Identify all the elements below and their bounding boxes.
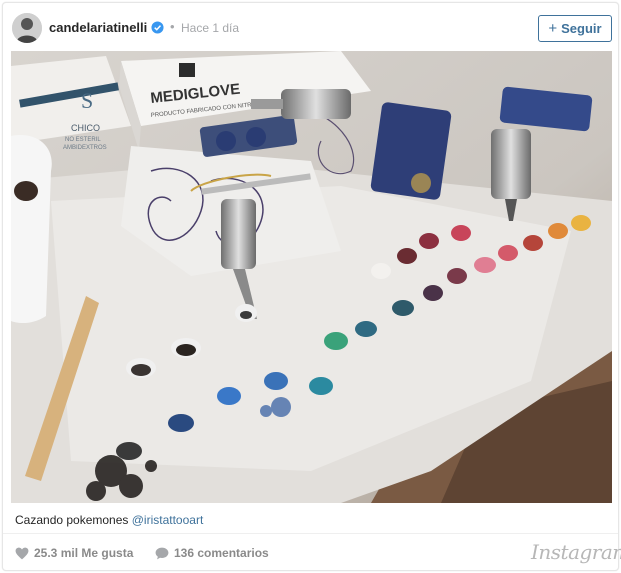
post-footer: 25.3 mil Me gusta 136 comentarios Instag… bbox=[3, 533, 621, 572]
separator-dot: • bbox=[170, 19, 175, 34]
tattoo-workstation-photo: S CHICO NO ESTERIL AMBIDEXTROS MEDIGLOVE… bbox=[11, 51, 612, 503]
box-text-1: CHICO bbox=[71, 123, 100, 133]
follow-label: Seguir bbox=[561, 21, 602, 36]
follow-button[interactable]: + Seguir bbox=[538, 15, 612, 42]
plus-icon: + bbox=[548, 20, 558, 37]
caption-mention-link[interactable]: @iristattooart bbox=[132, 513, 204, 527]
comments-stat[interactable]: 136 comentarios bbox=[155, 546, 269, 560]
post-caption: Cazando pokemones @iristattooart bbox=[15, 513, 203, 527]
box-text-3: AMBIDEXTROS bbox=[63, 145, 107, 151]
username-link[interactable]: candelariatinelli bbox=[49, 20, 147, 35]
avatar-image bbox=[12, 13, 42, 43]
verified-badge-icon bbox=[151, 21, 164, 34]
comment-bubble-icon bbox=[155, 547, 169, 559]
post-timestamp[interactable]: Hace 1 día bbox=[181, 21, 239, 35]
box-text-2: NO ESTERIL bbox=[65, 137, 101, 143]
likes-count: 25.3 mil Me gusta bbox=[34, 546, 134, 560]
box-letter: S bbox=[81, 88, 93, 113]
caption-text: Cazando pokemones bbox=[15, 513, 132, 527]
avatar[interactable] bbox=[12, 13, 42, 43]
likes-stat[interactable]: 25.3 mil Me gusta bbox=[15, 546, 133, 560]
comments-count: 136 comentarios bbox=[174, 546, 269, 560]
instagram-logo[interactable]: Instagram bbox=[531, 540, 621, 564]
instagram-post-card: candelariatinelli • Hace 1 día + Seguir bbox=[2, 2, 621, 572]
post-header: candelariatinelli • Hace 1 día + Seguir bbox=[3, 3, 618, 53]
heart-icon bbox=[15, 547, 29, 559]
post-photo[interactable]: S CHICO NO ESTERIL AMBIDEXTROS MEDIGLOVE… bbox=[11, 51, 612, 503]
